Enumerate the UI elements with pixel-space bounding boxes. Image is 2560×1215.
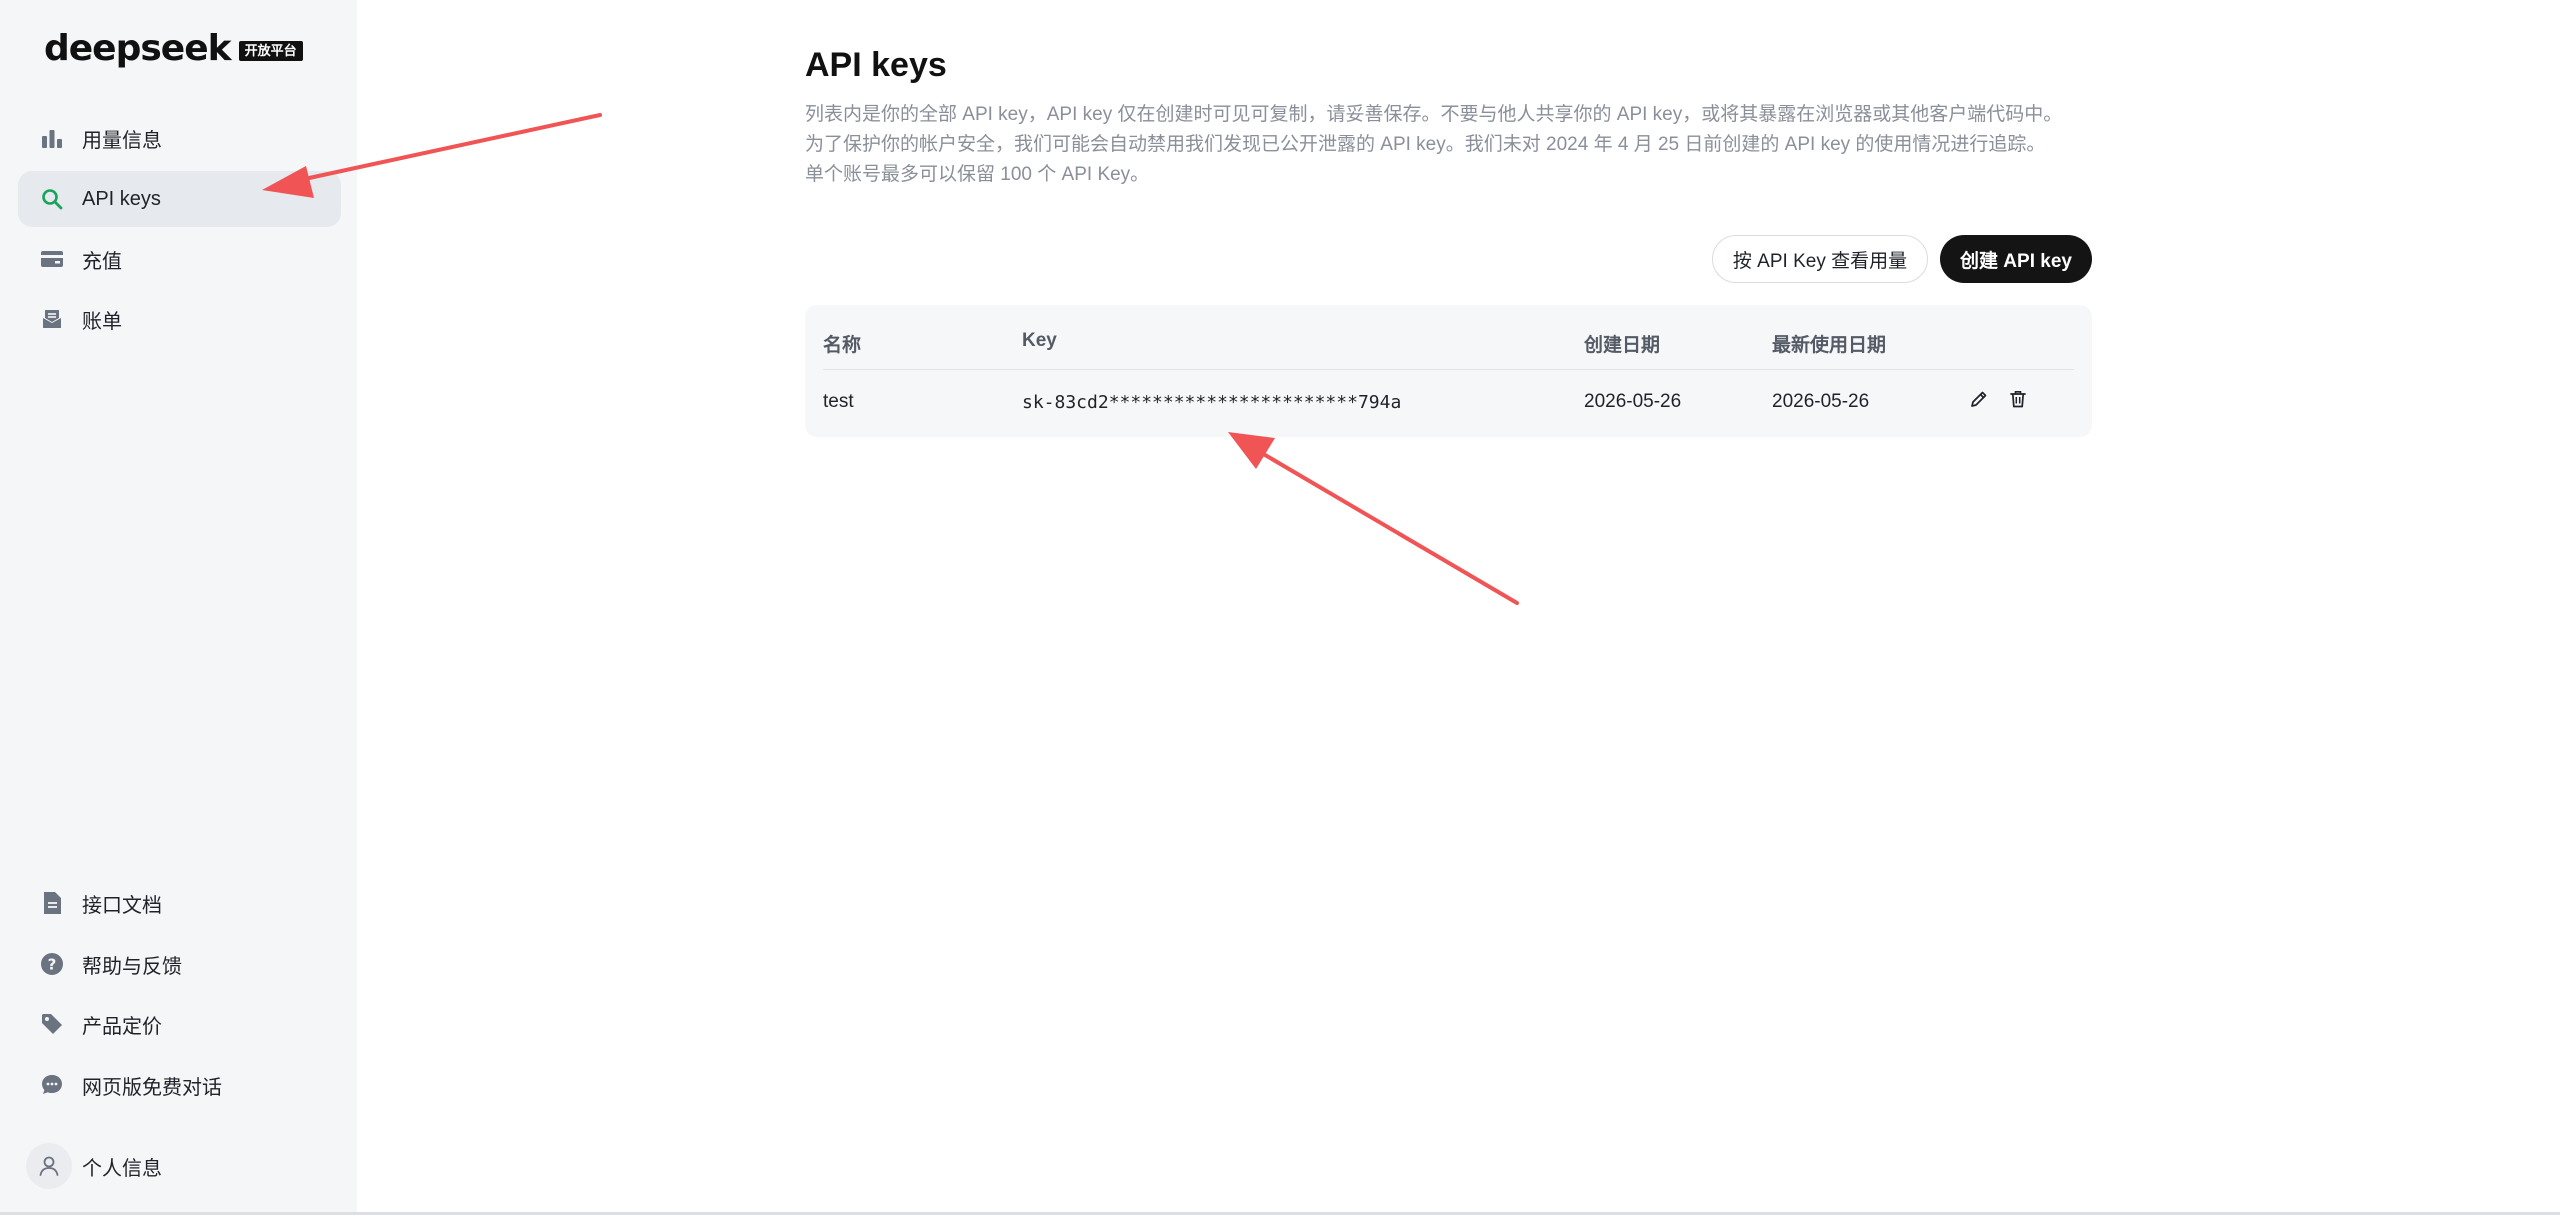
last-used-date-cell: 2026-05-26 [1772, 391, 1870, 412]
sidebar: deepseek 开放平台 用量信息 API keys 充值 账单 接口文档 ?… [0, 0, 357, 1213]
sidebar-item-label: 产品定价 [82, 1015, 162, 1038]
sidebar-item-usage[interactable]: 用量信息 [18, 110, 341, 166]
sidebar-item-api-keys[interactable]: API keys [18, 171, 341, 227]
sidebar-item-billing[interactable]: 账单 [18, 291, 341, 347]
sidebar-item-web-chat[interactable]: 网页版免费对话 [18, 1057, 341, 1113]
page-title: API keys [805, 46, 947, 84]
edit-icon[interactable] [1966, 386, 1992, 412]
description-line: 单个账号最多可以保留 100 个 API Key。 [805, 164, 1150, 185]
description-line: 为了保护你的帐户安全，我们可能会自动禁用我们发现已公开泄露的 API key。我… [805, 134, 2046, 155]
sidebar-item-label: 帮助与反馈 [82, 955, 182, 978]
page-description: 列表内是你的全部 API key，API key 仅在创建时可见可复制，请妥善保… [805, 100, 2105, 190]
created-date-cell: 2026-05-26 [1584, 391, 1682, 412]
api-keys-table: 名称 Key 创建日期 最新使用日期 test sk-83cd2********… [805, 305, 2092, 437]
sidebar-item-help[interactable]: ? 帮助与反馈 [18, 936, 341, 992]
column-header-name: 名称 [823, 335, 862, 356]
sidebar-item-pricing[interactable]: 产品定价 [18, 996, 341, 1052]
sidebar-item-label: 充值 [82, 250, 122, 273]
sidebar-item-label: 网页版免费对话 [82, 1076, 222, 1099]
document-icon [40, 891, 64, 915]
tag-icon [40, 1012, 64, 1036]
svg-text:?: ? [48, 956, 57, 974]
column-header-last-used: 最新使用日期 [1772, 335, 1887, 356]
user-icon [39, 1156, 59, 1176]
platform-badge: 开放平台 [238, 40, 303, 61]
profile-label: 个人信息 [82, 1157, 162, 1180]
inbox-icon [40, 307, 64, 331]
wallet-icon [40, 247, 64, 271]
header-divider [823, 369, 2074, 370]
arrow-to-key-value [1228, 432, 1519, 605]
sidebar-item-label: 接口文档 [82, 894, 162, 917]
sidebar-item-label: 账单 [82, 310, 122, 333]
sidebar-item-recharge[interactable]: 充值 [18, 231, 341, 287]
logo[interactable]: deepseek 开放平台 [44, 28, 303, 69]
create-api-key-button[interactable]: 创建 API key [1940, 235, 2092, 283]
logo-text: deepseek [44, 28, 232, 69]
app-window: deepseek 开放平台 用量信息 API keys 充值 账单 接口文档 ?… [0, 0, 2560, 1215]
sidebar-item-api-docs[interactable]: 接口文档 [18, 875, 341, 931]
delete-icon[interactable] [2005, 386, 2031, 412]
key-name-cell: test [823, 391, 854, 412]
column-header-key: Key [1022, 330, 1057, 351]
help-icon: ? [40, 952, 64, 976]
search-key-icon [40, 187, 64, 211]
bar-chart-icon [40, 126, 64, 150]
sidebar-item-label: 用量信息 [82, 129, 162, 152]
column-header-created: 创建日期 [1584, 335, 1661, 356]
profile-link[interactable]: 个人信息 [26, 1143, 162, 1189]
key-value-cell: sk-83cd2***********************794a [1022, 392, 1402, 413]
description-line: 列表内是你的全部 API key，API key 仅在创建时可见可复制，请妥善保… [805, 104, 2063, 125]
sidebar-item-label: API keys [82, 187, 161, 210]
chat-icon [40, 1073, 64, 1097]
avatar [26, 1143, 72, 1189]
usage-by-key-button[interactable]: 按 API Key 查看用量 [1712, 235, 1928, 283]
